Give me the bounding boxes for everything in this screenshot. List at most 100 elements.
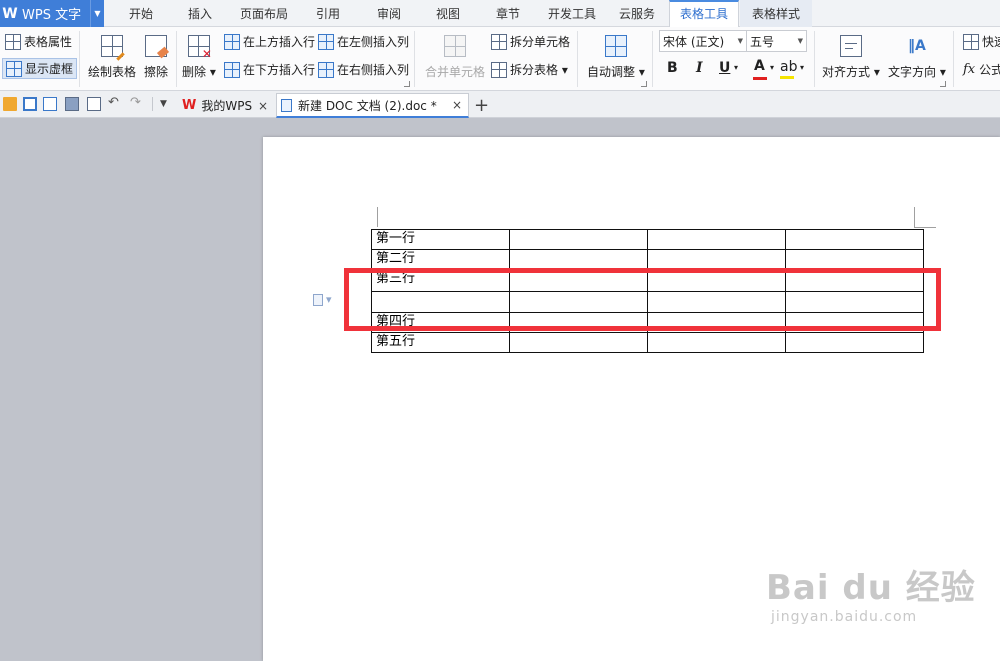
tab-view[interactable]: 视图	[421, 0, 475, 27]
highlight-color-bar	[780, 76, 794, 79]
tab-review[interactable]: 审阅	[362, 0, 416, 27]
show-gridlines-button[interactable]: 显示虚框	[2, 58, 78, 79]
draw-table-button[interactable]: 绘制表格	[88, 35, 136, 80]
table-cell[interactable]	[647, 249, 786, 270]
close-icon[interactable]: ×	[452, 98, 462, 112]
chevron-down-icon[interactable]: ▼	[160, 99, 174, 113]
dialog-launcher-icon[interactable]	[404, 81, 410, 87]
close-icon[interactable]: ×	[258, 99, 268, 113]
tab-insert[interactable]: 插入	[173, 0, 227, 27]
table-row: 第一行	[371, 229, 924, 250]
delete-table-icon: ✕	[187, 35, 212, 60]
insert-col-left-button[interactable]: 在左侧插入列	[318, 33, 409, 50]
highlight-dropdown[interactable]: ▾	[800, 63, 804, 72]
insert-col-left-icon	[318, 33, 334, 50]
crop-mark	[914, 207, 915, 227]
menu-bar: W WPS 文字 ▼ 开始 插入 页面布局 引用 审阅 视图 章节 开发工具 云…	[0, 0, 1000, 27]
tab-cloud[interactable]: 云服务	[610, 0, 664, 27]
new-tab-button[interactable]: +	[474, 95, 489, 116]
redo-icon[interactable]: ↷	[130, 95, 144, 110]
paste-options-icon	[313, 293, 323, 306]
dialog-launcher-icon[interactable]	[641, 81, 647, 87]
table-cell[interactable]	[509, 229, 648, 250]
watermark-main: Bai du 经验	[766, 568, 976, 608]
font-color-dropdown[interactable]: ▾	[770, 63, 774, 72]
tab-table-tools[interactable]: 表格工具	[669, 0, 739, 27]
split-cells-button[interactable]: 拆分单元格	[491, 33, 570, 50]
table-row: 第五行	[371, 332, 924, 353]
underline-button[interactable]: U	[719, 60, 730, 76]
insert-row-below-button[interactable]: 在下方插入行	[224, 61, 315, 78]
app-menu-button[interactable]: W WPS 文字 ▼	[0, 0, 104, 27]
table-cell[interactable]	[785, 229, 924, 250]
font-color-button[interactable]: A	[753, 58, 767, 80]
table-cell[interactable]: 第二行	[371, 249, 510, 270]
undo-icon[interactable]: ↶	[108, 95, 122, 110]
fx-icon: fx	[963, 62, 976, 77]
table-cell[interactable]	[509, 332, 648, 353]
export-pdf-icon[interactable]	[43, 97, 57, 111]
font-name-select[interactable]: 宋体 (正文) ▼	[659, 30, 747, 52]
auto-fit-button[interactable]: 自动调整 ▾	[587, 35, 645, 80]
divider	[652, 31, 653, 87]
insert-row-above-button[interactable]: 在上方插入行	[224, 33, 315, 50]
insert-col-right-button[interactable]: 在右侧插入列	[318, 61, 409, 78]
highlight-annotation	[344, 268, 941, 331]
tab-table-style[interactable]: 表格样式	[740, 0, 812, 27]
italic-button[interactable]: I	[696, 60, 703, 76]
formula-button[interactable]: fx 公式	[963, 61, 1000, 78]
text-direction-icon: ‖A	[908, 38, 926, 54]
merge-cells-button[interactable]: 合并单元格	[425, 35, 485, 80]
bold-button[interactable]: B	[667, 60, 678, 76]
table-properties-button[interactable]: 表格属性	[5, 33, 72, 50]
table-cell[interactable]	[647, 229, 786, 250]
baidu-watermark: Bai du 经验 jingyan.baidu.com	[766, 560, 976, 625]
split-table-button[interactable]: 拆分表格 ▾	[491, 61, 568, 78]
auto-fit-icon	[604, 35, 627, 57]
table-cell[interactable]: 第一行	[371, 229, 510, 250]
tab-chapter[interactable]: 章节	[481, 0, 535, 27]
eraser-button[interactable]: 擦除	[144, 35, 170, 80]
tab-my-wps[interactable]: W 我的WPS ×	[178, 93, 274, 118]
calculator-icon	[963, 33, 979, 50]
split-cells-icon	[491, 33, 507, 50]
table-cell[interactable]	[647, 332, 786, 353]
table-properties-icon	[5, 33, 21, 50]
save-icon[interactable]	[23, 97, 37, 111]
draw-table-icon	[101, 35, 125, 61]
align-icon	[839, 35, 862, 57]
document-tab-bar: ↶ ↷ ▼ W 我的WPS × 新建 DOC 文档 (2).doc * × +	[0, 91, 1000, 118]
highlight-button[interactable]: ab	[780, 59, 797, 79]
ribbon: 表格属性 显示虚框 绘制表格 擦除 ✕ 删除 ▾ 在上方插入行 在下方插入行 在…	[0, 27, 1000, 91]
align-button[interactable]: 对齐方式 ▾	[822, 35, 880, 80]
tab-home[interactable]: 开始	[113, 0, 169, 27]
underline-dropdown[interactable]: ▾	[734, 63, 738, 72]
table-handle[interactable]: ▾	[313, 293, 332, 306]
print-icon[interactable]	[65, 97, 79, 111]
insert-col-right-icon	[318, 61, 334, 78]
chevron-down-icon: ▾	[326, 293, 332, 306]
tab-references[interactable]: 引用	[303, 0, 353, 27]
tab-document[interactable]: 新建 DOC 文档 (2).doc * ×	[276, 93, 469, 118]
table-row: 第二行	[371, 249, 924, 270]
dialog-launcher-icon[interactable]	[940, 81, 946, 87]
table-cell[interactable]	[785, 332, 924, 353]
print-preview-icon[interactable]	[87, 97, 101, 111]
quick-calc-button[interactable]: 快速	[963, 33, 1000, 50]
delete-button[interactable]: ✕ 删除 ▾	[182, 35, 216, 80]
font-size-select[interactable]: 五号 ▼	[746, 30, 807, 52]
font-color-bar	[753, 77, 767, 80]
open-folder-icon[interactable]	[3, 97, 17, 111]
tab-developer[interactable]: 开发工具	[540, 0, 604, 27]
table-cell[interactable]: 第五行	[371, 332, 510, 353]
watermark-sub: jingyan.baidu.com	[771, 609, 918, 625]
divider	[814, 31, 815, 87]
app-name: WPS 文字	[22, 8, 82, 23]
tab-page-layout[interactable]: 页面布局	[231, 0, 297, 27]
table-cell[interactable]	[509, 249, 648, 270]
table-cell[interactable]	[785, 249, 924, 270]
divider	[79, 31, 80, 87]
text-direction-button[interactable]: ‖A 文字方向 ▾	[888, 35, 946, 80]
chevron-down-icon[interactable]: ▼	[90, 0, 104, 27]
document-icon	[281, 98, 292, 112]
